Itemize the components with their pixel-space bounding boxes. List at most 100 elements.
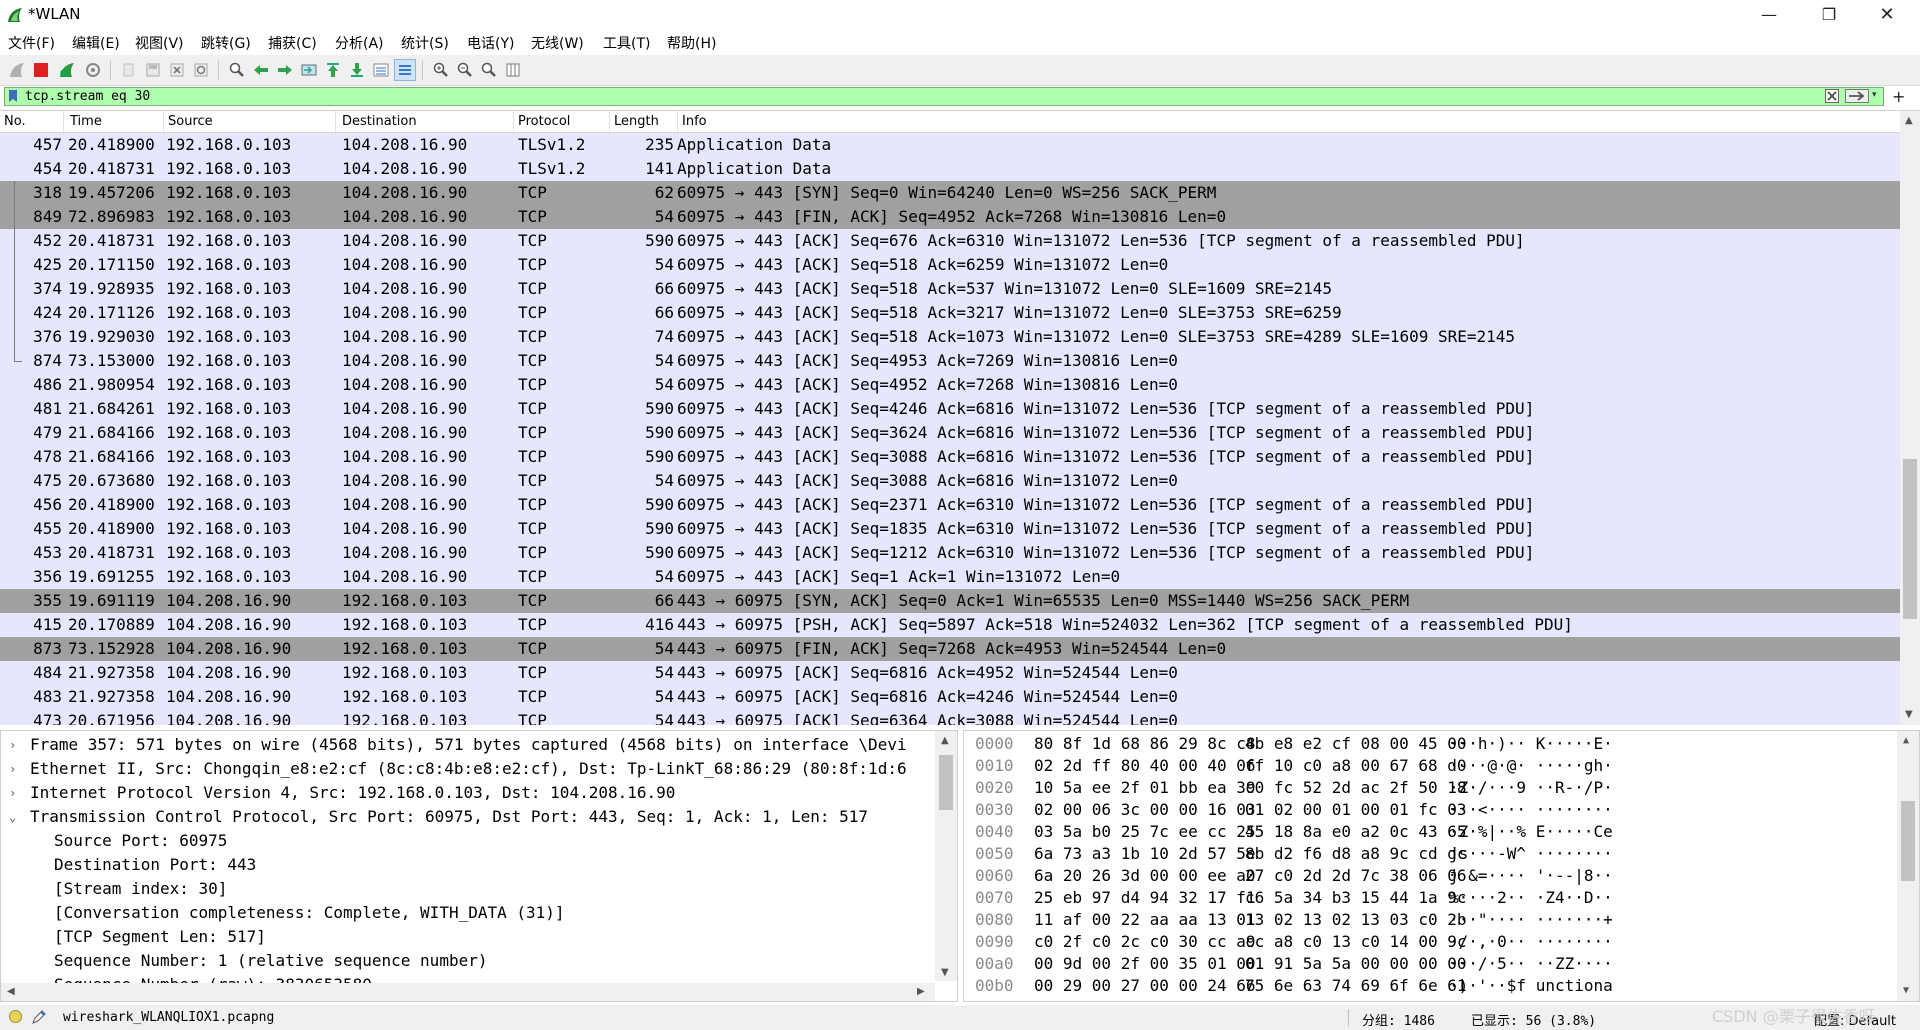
menu-telephony[interactable]: 电话(Y) xyxy=(467,33,514,53)
packet-row[interactable]: 455 20.418900 192.168.0.103 104.208.16.90 TC… xyxy=(0,517,1900,541)
save-file-icon[interactable] xyxy=(142,59,164,81)
column-header-source[interactable]: Source xyxy=(164,111,336,132)
column-header-length[interactable]: Length xyxy=(610,111,678,132)
close-button[interactable]: ✕ xyxy=(1864,0,1910,30)
capture-comment-icon[interactable] xyxy=(31,1009,47,1025)
packet-row[interactable]: 484 21.927358 104.208.16.90 192.168.0.103 TC… xyxy=(0,661,1900,685)
go-last-packet-icon[interactable] xyxy=(346,59,368,81)
packet-row[interactable]: 481 21.684261 192.168.0.103 104.208.16.90 TC… xyxy=(0,397,1900,421)
scroll-up-icon[interactable]: ▲ xyxy=(1903,735,1909,746)
packet-row[interactable]: 355 19.691119 104.208.16.90 192.168.0.103 TC… xyxy=(0,589,1900,613)
packet-row[interactable]: 456 20.418900 192.168.0.103 104.208.16.90 TC… xyxy=(0,493,1900,517)
maximize-button[interactable]: ❐ xyxy=(1806,0,1852,30)
expert-info-icon[interactable] xyxy=(9,1010,22,1023)
column-header-protocol[interactable]: Protocol xyxy=(514,111,610,132)
menu-wireless[interactable]: 无线(W) xyxy=(531,33,584,53)
scroll-right-icon[interactable]: ▶ xyxy=(917,986,925,997)
packet-row[interactable]: 452 20.418731 192.168.0.103 104.208.16.90 TC… xyxy=(0,229,1900,253)
bytes-vertical-scrollbar[interactable]: ▲ ▼ xyxy=(1897,731,1919,1001)
restart-capture-icon[interactable] xyxy=(56,59,78,81)
detail-field[interactable]: [Conversation completeness: Complete, WI… xyxy=(1,901,935,925)
menu-file[interactable]: 文件(F) xyxy=(8,33,55,53)
scroll-up-icon[interactable]: ▲ xyxy=(941,735,949,746)
details-vertical-scrollbar[interactable]: ▲ ▼ xyxy=(935,731,957,981)
packet-row[interactable]: 454 20.418731 192.168.0.103 104.208.16.90 TL… xyxy=(0,157,1900,181)
packet-row[interactable]: 475 20.673680 192.168.0.103 104.208.16.90 TC… xyxy=(0,469,1900,493)
column-header-info[interactable]: Info xyxy=(678,111,1900,132)
detail-field[interactable]: [TCP Segment Len: 517] xyxy=(1,925,935,949)
packet-row[interactable]: 356 19.691255 192.168.0.103 104.208.16.90 TC… xyxy=(0,565,1900,589)
menu-statistics[interactable]: 统计(S) xyxy=(401,33,449,53)
column-header-destination[interactable]: Destination xyxy=(338,111,514,132)
detail-protocol-row[interactable]: › Internet Protocol Version 4, Src: 192.1… xyxy=(1,781,935,805)
clear-filter-icon[interactable] xyxy=(1825,89,1839,103)
open-file-icon[interactable] xyxy=(118,59,140,81)
display-filter-input[interactable]: tcp.stream eq 30 xyxy=(4,87,1884,106)
packet-row[interactable]: 473 20.671956 104.208.16.90 192.168.0.103 TC… xyxy=(0,709,1900,725)
packet-row[interactable]: 318 19.457206 192.168.0.103 104.208.16.90 TC… xyxy=(0,181,1900,205)
packet-row[interactable]: 873 73.152928 104.208.16.90 192.168.0.103 TC… xyxy=(0,637,1900,661)
packet-row[interactable]: 425 20.171150 192.168.0.103 104.208.16.90 TC… xyxy=(0,253,1900,277)
go-back-icon[interactable] xyxy=(250,59,272,81)
packet-row[interactable]: 849 72.896983 192.168.0.103 104.208.16.90 TC… xyxy=(0,205,1900,229)
minimize-button[interactable]: — xyxy=(1746,0,1792,30)
zoom-in-icon[interactable] xyxy=(430,59,452,81)
scroll-thumb[interactable] xyxy=(939,755,953,810)
details-horizontal-scrollbar[interactable]: ◀ ▶ xyxy=(1,983,935,1001)
apply-filter-icon[interactable] xyxy=(1845,89,1869,103)
detail-field[interactable]: Destination Port: 443 xyxy=(1,853,935,877)
menu-go[interactable]: 跳转(G) xyxy=(201,33,251,53)
resize-columns-icon[interactable] xyxy=(502,59,524,81)
packet-row[interactable]: 478 21.684166 192.168.0.103 104.208.16.90 TC… xyxy=(0,445,1900,469)
column-header-time[interactable]: Time xyxy=(66,111,164,132)
detail-field[interactable]: Sequence Number (raw): 3830653580 xyxy=(1,973,935,983)
scroll-left-icon[interactable]: ◀ xyxy=(7,986,15,997)
detail-field[interactable]: Sequence Number: 1 (relative sequence nu… xyxy=(1,949,935,973)
packet-list-scrollbar[interactable]: ▲ ▼ xyxy=(1900,111,1920,725)
menu-capture[interactable]: 捕获(C) xyxy=(268,33,317,53)
expand-arrow-icon[interactable]: › xyxy=(9,733,21,757)
packet-row[interactable]: 376 19.929030 192.168.0.103 104.208.16.90 TC… xyxy=(0,325,1900,349)
menu-tools[interactable]: 工具(T) xyxy=(603,33,650,53)
zoom-normal-icon[interactable] xyxy=(478,59,500,81)
menu-edit[interactable]: 编辑(E) xyxy=(72,33,120,53)
menu-view[interactable]: 视图(V) xyxy=(135,33,184,53)
menu-analyze[interactable]: 分析(A) xyxy=(335,33,384,53)
auto-scroll-icon[interactable] xyxy=(370,59,392,81)
colorize-toggle-icon[interactable] xyxy=(394,59,416,81)
close-file-icon[interactable] xyxy=(166,59,188,81)
go-forward-icon[interactable] xyxy=(274,59,296,81)
packet-row[interactable]: 415 20.170889 104.208.16.90 192.168.0.103 TC… xyxy=(0,613,1900,637)
go-first-packet-icon[interactable] xyxy=(322,59,344,81)
menu-help[interactable]: 帮助(H) xyxy=(667,33,716,53)
column-header-no[interactable]: No. xyxy=(0,111,64,132)
scroll-down-icon[interactable]: ▼ xyxy=(941,967,949,978)
collapse-arrow-icon[interactable]: ⌄ xyxy=(9,805,21,829)
detail-protocol-row[interactable]: › Ethernet II, Src: Chongqin_e8:e2:cf (8c… xyxy=(1,757,935,781)
detail-field[interactable]: Source Port: 60975 xyxy=(1,829,935,853)
scroll-thumb[interactable] xyxy=(1903,459,1917,619)
go-to-packet-icon[interactable] xyxy=(298,59,320,81)
find-packet-icon[interactable] xyxy=(226,59,248,81)
capture-options-icon[interactable] xyxy=(82,59,104,81)
packet-row[interactable]: 453 20.418731 192.168.0.103 104.208.16.90 TC… xyxy=(0,541,1900,565)
scroll-thumb[interactable] xyxy=(1901,801,1915,881)
packet-row[interactable]: 479 21.684166 192.168.0.103 104.208.16.90 TC… xyxy=(0,421,1900,445)
scroll-down-icon[interactable]: ▼ xyxy=(1905,709,1913,720)
zoom-out-icon[interactable] xyxy=(454,59,476,81)
packet-row[interactable]: 457 20.418900 192.168.0.103 104.208.16.90 TL… xyxy=(0,133,1900,157)
packet-row[interactable]: 424 20.171126 192.168.0.103 104.208.16.90 TC… xyxy=(0,301,1900,325)
expand-arrow-icon[interactable]: › xyxy=(9,757,21,781)
filter-history-dropdown[interactable]: ▾ xyxy=(1872,90,1877,100)
packet-row[interactable]: 374 19.928935 192.168.0.103 104.208.16.90 TC… xyxy=(0,277,1900,301)
detail-protocol-row[interactable]: › Frame 357: 571 bytes on wire (4568 bits… xyxy=(1,733,935,757)
scroll-down-icon[interactable]: ▼ xyxy=(1903,985,1909,996)
packet-row[interactable]: 874 73.153000 192.168.0.103 104.208.16.90 TC… xyxy=(0,349,1900,373)
reload-file-icon[interactable] xyxy=(190,59,212,81)
start-capture-icon[interactable] xyxy=(6,59,28,81)
stop-capture-icon[interactable] xyxy=(30,59,52,81)
packet-row[interactable]: 483 21.927358 104.208.16.90 192.168.0.103 TC… xyxy=(0,685,1900,709)
filter-bookmark-icon[interactable] xyxy=(8,89,18,103)
detail-field[interactable]: [Stream index: 30] xyxy=(1,877,935,901)
detail-protocol-row[interactable]: ⌄ Transmission Control Protocol, Src Port… xyxy=(1,805,935,829)
